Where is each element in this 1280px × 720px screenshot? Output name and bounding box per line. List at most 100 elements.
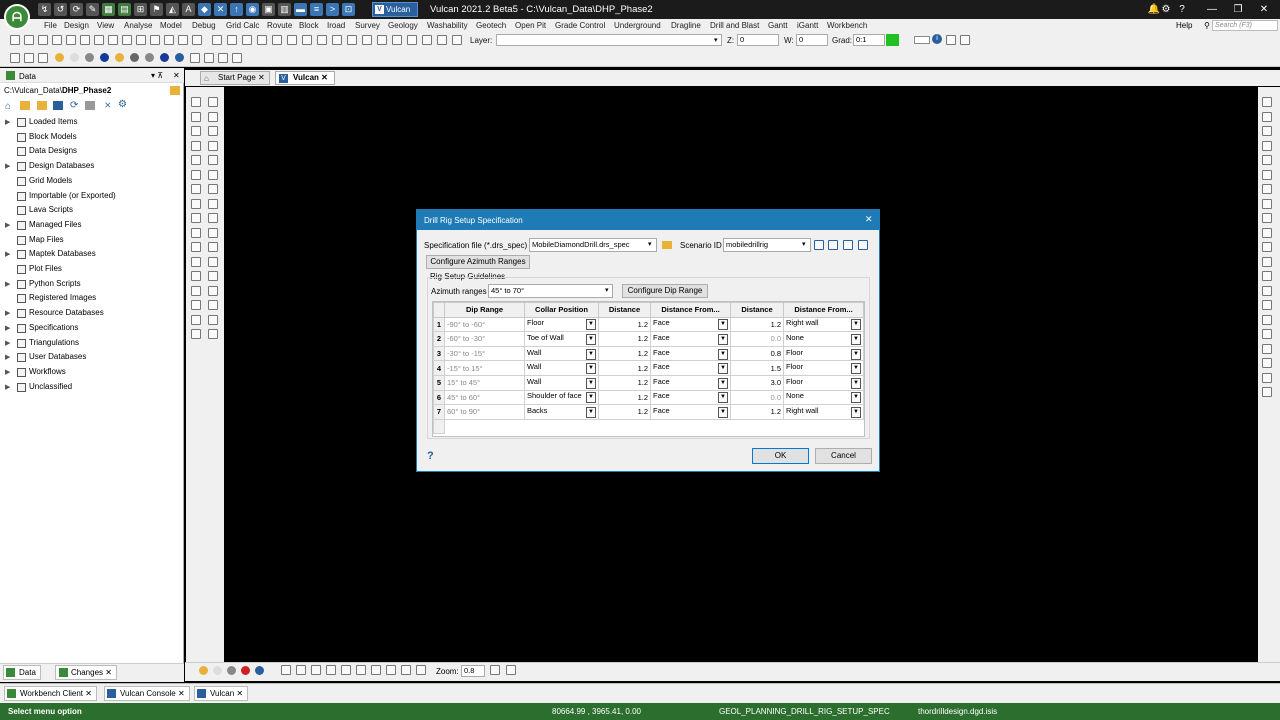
edit-tool-icon[interactable] bbox=[377, 35, 387, 45]
col-distance-from[interactable]: Distance From... bbox=[650, 302, 731, 318]
chevron-down-icon[interactable]: ▼ bbox=[851, 377, 861, 389]
quick-tool-icon[interactable]: ↺ bbox=[54, 3, 67, 16]
toolbar-tool-icon[interactable] bbox=[204, 53, 214, 63]
distance-2-cell[interactable]: 1.2 bbox=[730, 404, 784, 420]
app-window-tab[interactable]: V Vulcan bbox=[372, 2, 418, 17]
draw-tool-icon[interactable] bbox=[191, 300, 201, 310]
menu-grade-control[interactable]: Grade Control bbox=[555, 21, 605, 30]
collar-position-cell[interactable]: ▼ Shoulder of face bbox=[524, 389, 599, 406]
close-icon[interactable]: ✕ bbox=[258, 73, 265, 82]
copy-scenario-icon[interactable] bbox=[828, 240, 838, 250]
draw-tool-icon[interactable] bbox=[191, 155, 201, 165]
draw-tool-icon[interactable] bbox=[191, 242, 201, 252]
distance-from-2-cell[interactable]: ▼ Floor bbox=[783, 345, 864, 362]
display-ball-icon[interactable] bbox=[130, 53, 139, 62]
draw-tool-icon[interactable] bbox=[191, 126, 201, 136]
toolbar-tool-icon[interactable] bbox=[80, 35, 90, 45]
distance-cell[interactable]: 1.2 bbox=[598, 345, 651, 362]
chevron-down-icon[interactable]: ▼ bbox=[586, 333, 596, 345]
draw-tool-icon[interactable] bbox=[191, 285, 201, 296]
draw-tool-icon[interactable] bbox=[191, 314, 201, 325]
tree-item-python-scripts[interactable]: ▶ Python Scripts bbox=[0, 278, 180, 292]
configure-dip-button[interactable]: Configure Dip Range bbox=[622, 284, 708, 298]
distance-from-2-cell[interactable]: ▼ None bbox=[783, 389, 864, 406]
edit-tool-icon[interactable] bbox=[242, 35, 252, 45]
selection-tool-icon[interactable] bbox=[341, 665, 351, 675]
tree-item-workflows[interactable]: ▶ Workflows bbox=[0, 366, 180, 380]
distance-from-2-cell[interactable]: ▼ Floor bbox=[783, 374, 864, 391]
draw-tool-icon[interactable] bbox=[208, 184, 218, 194]
maptek-logo-icon[interactable]: ᗩ bbox=[4, 4, 30, 30]
close-icon[interactable]: ✕ bbox=[178, 689, 185, 698]
toolbar-tool-icon[interactable] bbox=[52, 35, 62, 45]
draw-tool-icon[interactable] bbox=[208, 271, 218, 281]
collar-position-cell[interactable]: ▼ Wall bbox=[524, 360, 599, 376]
distance-2-cell[interactable]: 3.0 bbox=[730, 374, 784, 391]
zoom-input[interactable]: 0.8 bbox=[461, 665, 485, 677]
search-input[interactable]: Search (F3) bbox=[1212, 20, 1278, 31]
edit-tool-icon[interactable] bbox=[317, 35, 327, 45]
tree-item-user-databases[interactable]: ▶ User Databases bbox=[0, 351, 180, 365]
toolbar-tool-icon[interactable] bbox=[66, 35, 76, 45]
chevron-down-icon[interactable]: ▼ bbox=[718, 392, 728, 404]
view-tool-icon[interactable] bbox=[1262, 314, 1272, 325]
toolbar-tool-icon[interactable] bbox=[192, 35, 202, 45]
tree-item-unclassified[interactable]: ▶ Unclassified bbox=[0, 381, 180, 395]
col-distance-from-2[interactable]: Distance From... bbox=[783, 302, 864, 318]
ok-button[interactable]: OK bbox=[752, 448, 809, 464]
distance-from-cell[interactable]: ▼ Face bbox=[650, 331, 731, 347]
info-icon[interactable]: i bbox=[932, 34, 942, 44]
quick-tool-icon[interactable]: ▥ bbox=[278, 3, 291, 16]
menu-file[interactable]: File bbox=[44, 21, 57, 30]
quick-tool-icon[interactable]: ▬ bbox=[294, 3, 307, 16]
menu-geology[interactable]: Geology bbox=[388, 21, 418, 30]
collar-position-cell[interactable]: ▼ Backs bbox=[524, 404, 599, 420]
distance-from-cell[interactable]: ▼ Face bbox=[650, 389, 731, 406]
collar-position-cell[interactable]: ▼ Wall bbox=[524, 374, 599, 391]
draw-tool-icon[interactable] bbox=[191, 227, 201, 238]
view-tool-icon[interactable] bbox=[1262, 97, 1272, 107]
expand-arrow-icon[interactable]: ▶ bbox=[5, 221, 10, 229]
distance-cell[interactable]: 1.2 bbox=[598, 316, 651, 333]
view-tool-icon[interactable] bbox=[1262, 242, 1272, 252]
folder-icon[interactable] bbox=[662, 241, 672, 249]
chevron-down-icon[interactable]: ▼ bbox=[718, 406, 728, 418]
draw-tool-icon[interactable] bbox=[208, 169, 218, 180]
view-tool-icon[interactable] bbox=[1262, 169, 1272, 180]
toolbar-tool-icon[interactable] bbox=[24, 53, 34, 63]
refresh-icon[interactable]: ⟳ bbox=[70, 100, 78, 111]
distance-cell[interactable]: 1.2 bbox=[598, 404, 651, 420]
toolbar-tool-icon[interactable] bbox=[108, 35, 118, 45]
scenario-select[interactable]: mobiledrillrig bbox=[723, 238, 811, 252]
selection-tool-icon[interactable] bbox=[326, 665, 336, 675]
edit-tool-icon[interactable] bbox=[422, 35, 432, 45]
draw-tool-icon[interactable] bbox=[191, 329, 201, 339]
draw-tool-icon[interactable] bbox=[208, 126, 218, 136]
quick-tool-icon[interactable]: ⚑ bbox=[150, 3, 163, 16]
draw-tool-icon[interactable] bbox=[208, 213, 218, 223]
draw-tool-icon[interactable] bbox=[191, 97, 201, 107]
edit-tool-icon[interactable] bbox=[287, 35, 297, 45]
menu-dragline[interactable]: Dragline bbox=[671, 21, 701, 30]
quick-tool-icon[interactable]: A bbox=[182, 3, 195, 16]
selection-tool-icon[interactable] bbox=[281, 665, 291, 675]
chevron-down-icon[interactable]: ▼ bbox=[851, 333, 861, 345]
collar-position-cell[interactable]: ▼ Floor bbox=[524, 316, 599, 333]
draw-tool-icon[interactable] bbox=[208, 227, 218, 238]
col-distance-2[interactable]: Distance bbox=[730, 302, 784, 318]
quick-tool-icon[interactable]: > bbox=[326, 3, 339, 16]
distance-from-2-cell[interactable]: ▼ None bbox=[783, 331, 864, 347]
menu-debug[interactable]: Debug bbox=[192, 21, 216, 30]
distance-from-2-cell[interactable]: ▼ Right wall bbox=[783, 316, 864, 333]
toolbar-tool-icon[interactable] bbox=[178, 35, 188, 45]
draw-tool-icon[interactable] bbox=[191, 213, 201, 223]
selection-tool-icon[interactable] bbox=[416, 665, 426, 675]
view-tool-icon[interactable] bbox=[1262, 155, 1272, 165]
display-ball-icon[interactable] bbox=[145, 53, 154, 62]
view-tool-icon[interactable] bbox=[1262, 387, 1272, 397]
zoom-tool-icon[interactable] bbox=[506, 665, 516, 675]
toolbar-tool-icon[interactable] bbox=[38, 53, 48, 63]
configure-azimuth-button[interactable]: Configure Azimuth Ranges bbox=[426, 255, 530, 269]
view-tool-icon[interactable] bbox=[1262, 300, 1272, 310]
draw-tool-icon[interactable] bbox=[208, 329, 218, 339]
